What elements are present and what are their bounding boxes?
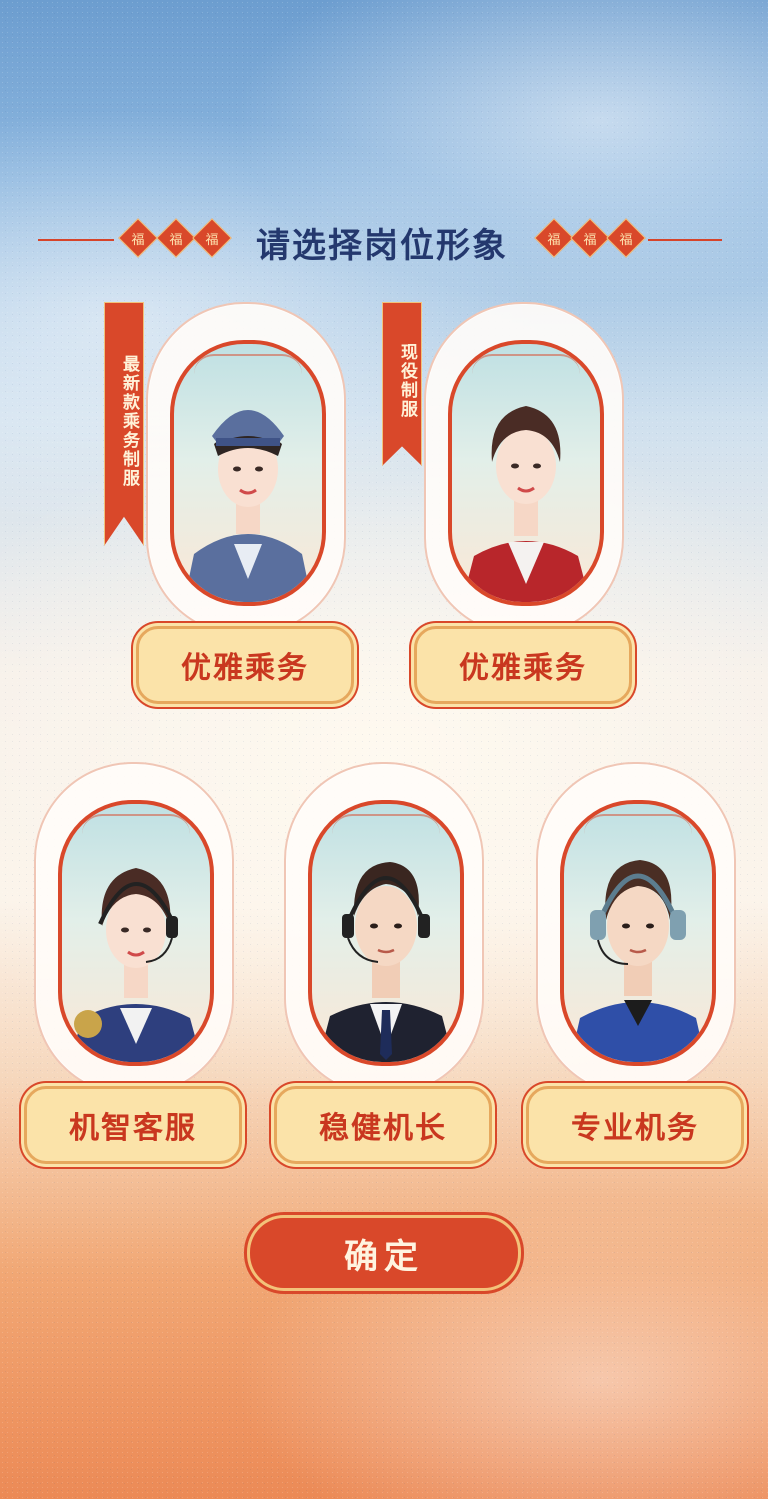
- fu-ornament: 福: [606, 218, 646, 258]
- role-label-button[interactable]: 优雅乘务: [136, 626, 354, 704]
- mechanic-portrait-icon: [570, 860, 706, 1062]
- attendant-portrait-icon: [462, 406, 590, 602]
- role-card-captain[interactable]: 稳健机长: [272, 762, 492, 1164]
- fu-ornament: 福: [118, 218, 158, 258]
- airplane-window-frame: [536, 762, 736, 1096]
- fu-ornament: 福: [192, 218, 232, 258]
- attendant-portrait-icon: [184, 410, 312, 602]
- role-card-customer-service[interactable]: 机智客服: [22, 762, 242, 1164]
- role-card-attendant-current[interactable]: 现役制服 优雅乘务: [382, 302, 632, 704]
- window-glass: [58, 800, 214, 1066]
- airplane-window-frame: [424, 302, 624, 636]
- role-label-button[interactable]: 专业机务: [526, 1086, 744, 1164]
- fu-ornament: 福: [570, 218, 610, 258]
- title-divider-right: [648, 239, 722, 241]
- window-glass: [448, 340, 604, 606]
- role-label-button[interactable]: 机智客服: [24, 1086, 242, 1164]
- title-divider-left: [38, 239, 114, 241]
- page-title: 请选择岗位形象: [256, 226, 508, 266]
- window-glass: [170, 340, 326, 606]
- window-glass: [560, 800, 716, 1066]
- airplane-window-frame: [284, 762, 484, 1096]
- role-label-button[interactable]: 稳健机长: [274, 1086, 492, 1164]
- ribbon-tag: 最新款乘务制服: [104, 302, 144, 546]
- captain-portrait-icon: [318, 862, 454, 1062]
- service-agent-portrait-icon: [70, 868, 202, 1062]
- window-glass: [308, 800, 464, 1066]
- role-card-attendant-new[interactable]: 最新款乘务制服 优雅乘务: [104, 302, 354, 704]
- fu-ornament: 福: [534, 218, 574, 258]
- title-row: 福 福 福 请选择岗位形象 福 福 福: [0, 212, 768, 268]
- role-label-button[interactable]: 优雅乘务: [414, 626, 632, 704]
- airplane-window-frame: [146, 302, 346, 636]
- airplane-window-frame: [34, 762, 234, 1096]
- ribbon-tag: 现役制服: [382, 302, 422, 466]
- fu-ornament: 福: [156, 218, 196, 258]
- role-card-mechanic[interactable]: 专业机务: [524, 762, 744, 1164]
- confirm-button[interactable]: 确定: [250, 1218, 518, 1288]
